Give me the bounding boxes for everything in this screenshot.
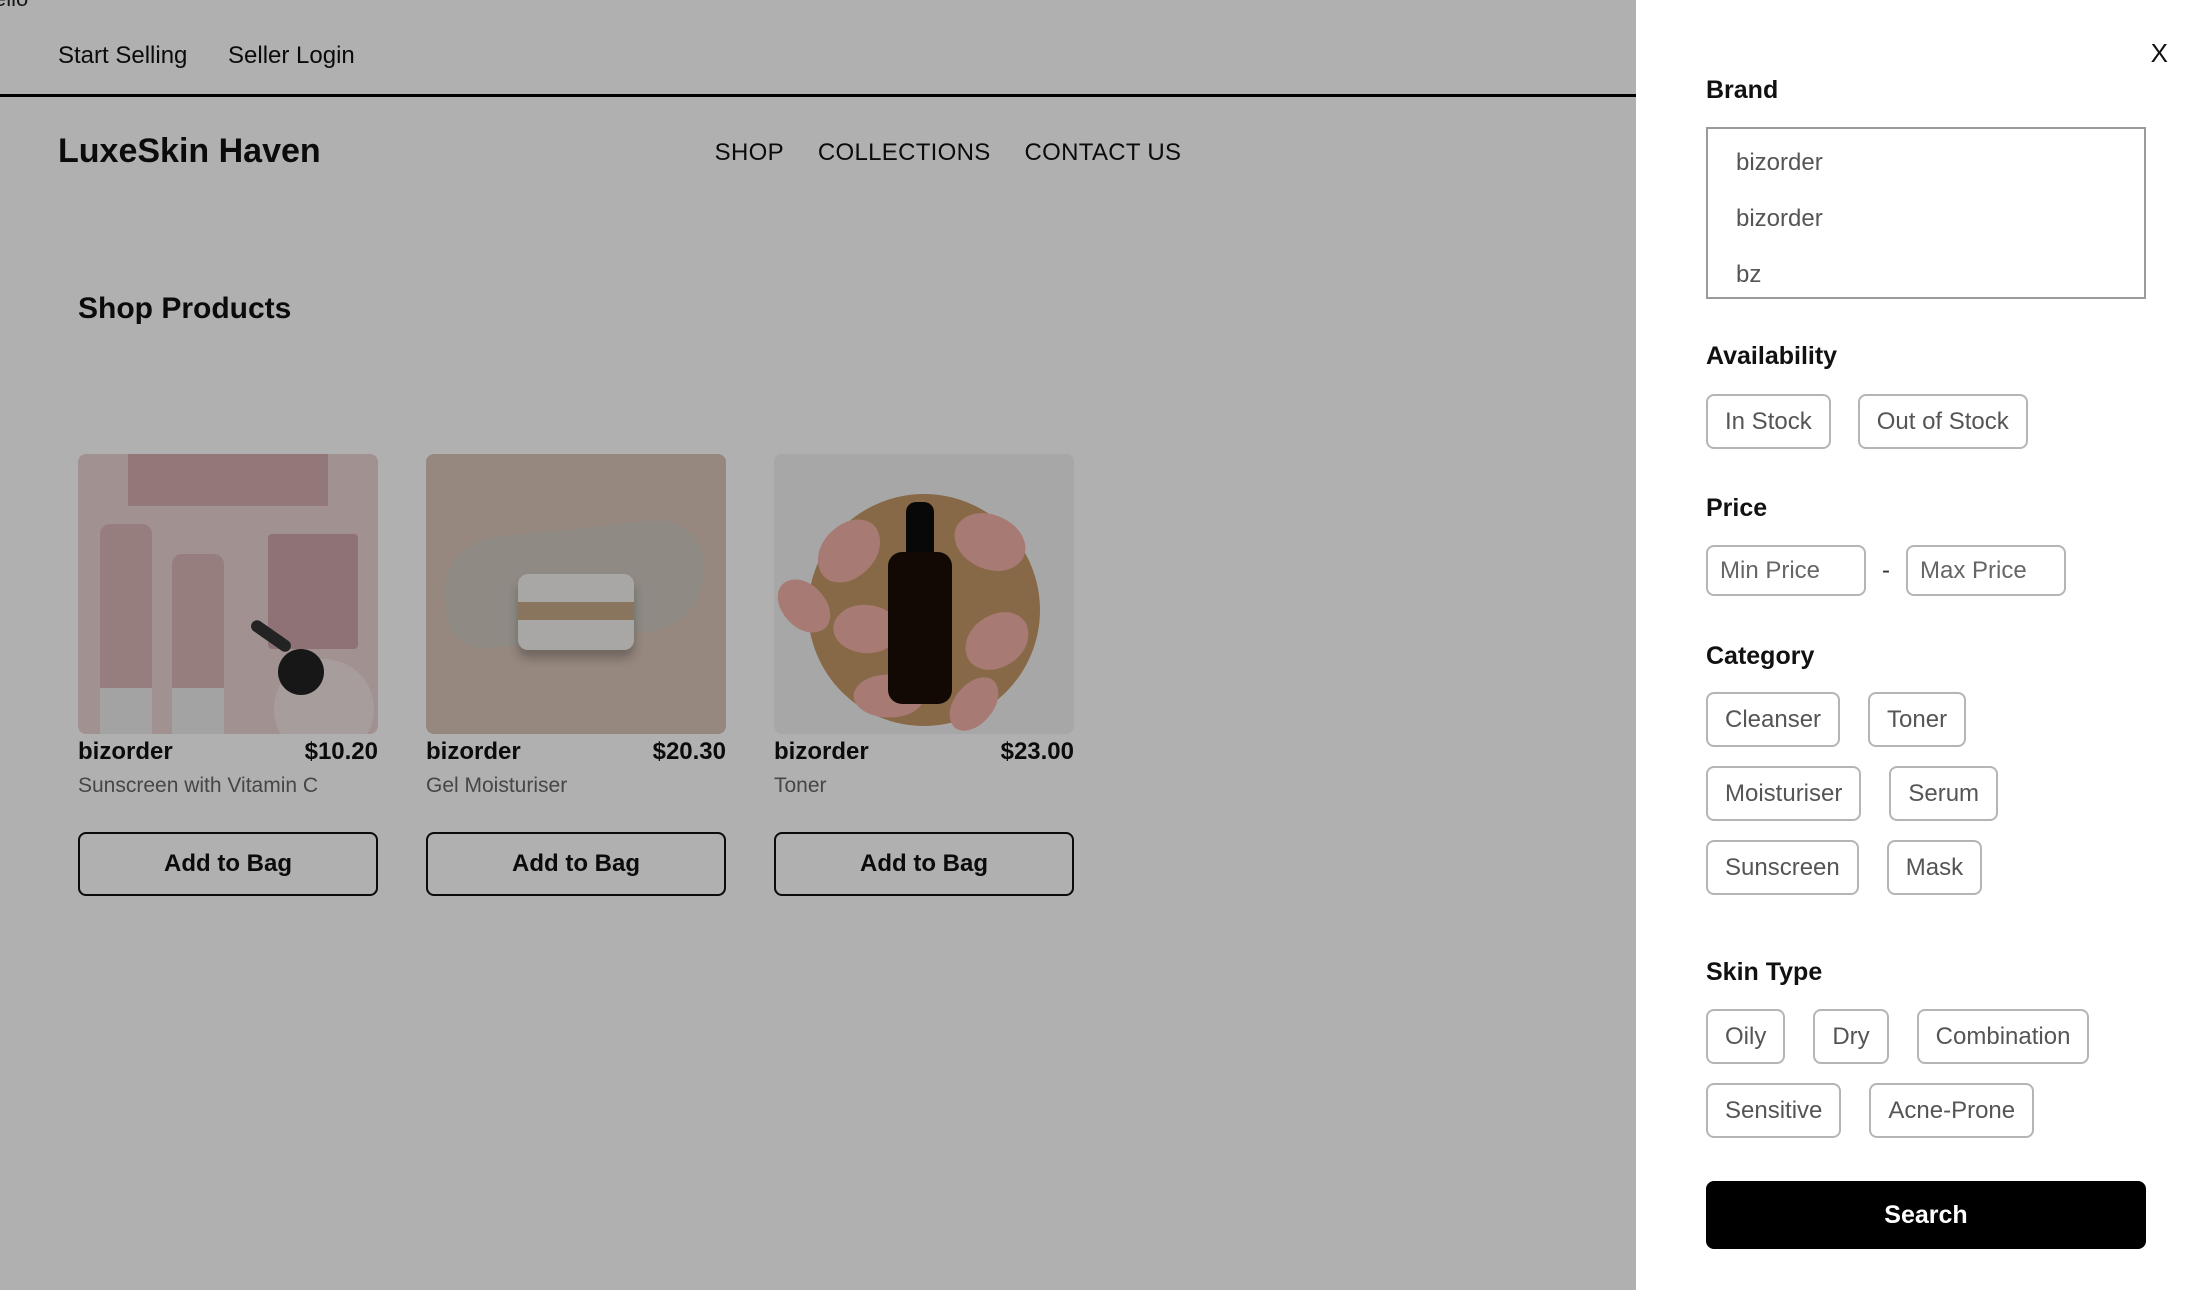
price-range: -: [1706, 545, 2066, 596]
price-separator: -: [1882, 556, 1890, 584]
skin-type-oily[interactable]: Oily: [1706, 1009, 1786, 1064]
skin-type-dry[interactable]: Dry: [1813, 1009, 1889, 1064]
category-row-1: Cleanser Toner: [1706, 692, 1967, 747]
skin-type-label: Skin Type: [1706, 958, 1823, 986]
skin-type-acne-prone[interactable]: Acne-Prone: [1869, 1083, 2035, 1138]
brand-select[interactable]: bizorder bizorder bz: [1706, 127, 2146, 299]
category-label: Category: [1706, 642, 1815, 670]
availability-options: In Stock Out of Stock: [1706, 394, 2028, 449]
category-serum[interactable]: Serum: [1889, 766, 1999, 821]
modal-backdrop[interactable]: [0, 0, 1636, 1290]
category-cleanser[interactable]: Cleanser: [1706, 692, 1841, 747]
filter-drawer: X Brand bizorder bizorder bz Availabilit…: [1636, 0, 2198, 1290]
min-price-input[interactable]: [1706, 545, 1866, 596]
skin-type-row-1: Oily Dry Combination: [1706, 1009, 2090, 1064]
brand-option[interactable]: bizorder: [1708, 141, 2144, 197]
availability-out-of-stock[interactable]: Out of Stock: [1857, 394, 2028, 449]
brand-label: Brand: [1706, 76, 1779, 104]
availability-label: Availability: [1706, 342, 1838, 370]
availability-in-stock[interactable]: In Stock: [1706, 394, 1831, 449]
skin-type-combination[interactable]: Combination: [1916, 1009, 2090, 1064]
close-icon[interactable]: X: [2151, 38, 2168, 69]
search-button[interactable]: Search: [1706, 1181, 2146, 1249]
skin-type-sensitive[interactable]: Sensitive: [1706, 1083, 1842, 1138]
category-toner[interactable]: Toner: [1868, 692, 1967, 747]
category-row-3: Sunscreen Mask: [1706, 840, 1983, 895]
max-price-input[interactable]: [1906, 545, 2066, 596]
brand-option[interactable]: bizorder: [1708, 197, 2144, 253]
price-label: Price: [1706, 494, 1768, 522]
skin-type-row-2: Sensitive Acne-Prone: [1706, 1083, 2035, 1138]
category-moisturiser[interactable]: Moisturiser: [1706, 766, 1862, 821]
category-mask[interactable]: Mask: [1886, 840, 1983, 895]
category-row-2: Moisturiser Serum: [1706, 766, 1999, 821]
brand-option[interactable]: bz: [1708, 253, 2144, 309]
category-sunscreen[interactable]: Sunscreen: [1706, 840, 1859, 895]
